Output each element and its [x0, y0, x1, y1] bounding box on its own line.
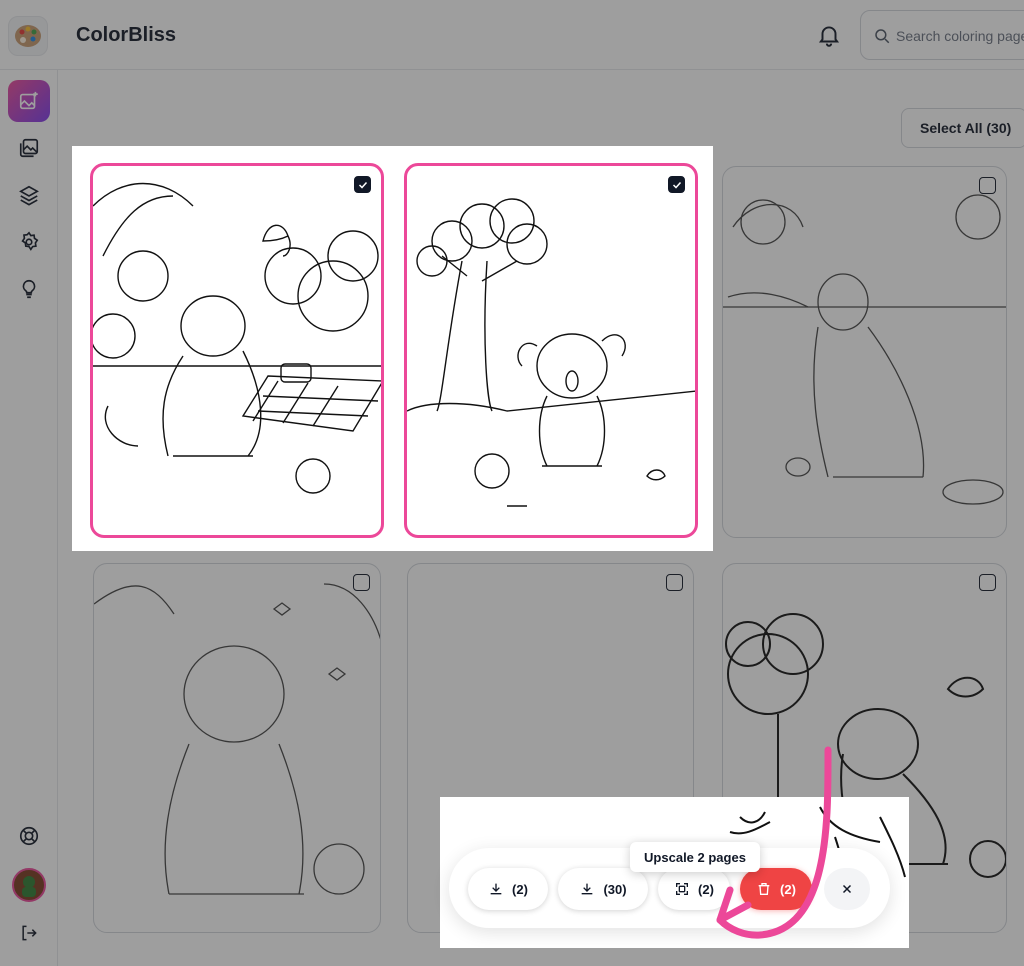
sidebar-item-layers[interactable]	[8, 174, 50, 216]
highlight-selected-pages	[72, 146, 713, 551]
top-bar: ColorBliss Search coloring pages	[0, 0, 1024, 70]
page-card-selected[interactable]	[90, 163, 384, 538]
image-sparkle-icon	[19, 91, 38, 110]
download-icon	[582, 883, 593, 895]
app-name: ColorBliss	[76, 24, 177, 46]
avatar[interactable]	[8, 864, 50, 906]
sidebar-item-create[interactable]	[8, 80, 50, 122]
download-icon	[490, 883, 502, 895]
logout-icon	[22, 925, 37, 941]
gear-icon	[21, 231, 39, 251]
sidebar	[0, 70, 58, 966]
upscale-count: (2)	[698, 881, 714, 897]
sidebar-item-settings[interactable]	[8, 221, 50, 263]
sidebar-item-ideas[interactable]	[8, 268, 50, 310]
layers-icon	[19, 185, 39, 206]
download-selected-button[interactable]: (2)	[468, 868, 548, 910]
page-select-checkbox[interactable]	[979, 177, 996, 194]
select-all-button[interactable]: Select All (30)	[901, 108, 1024, 148]
search-placeholder: Search coloring pages	[896, 28, 1024, 44]
lightbulb-icon	[22, 279, 36, 299]
search-input[interactable]: Search coloring pages	[860, 10, 1024, 60]
search-icon	[875, 29, 890, 44]
page-select-checkbox[interactable]	[666, 574, 683, 591]
puppy-under-tree-illustration	[407, 198, 695, 507]
page-card[interactable]	[93, 563, 381, 933]
check-icon	[672, 181, 681, 189]
sidebar-item-gallery[interactable]	[8, 127, 50, 169]
dog-in-park-illustration	[723, 194, 1006, 505]
delete-count: (2)	[780, 881, 796, 897]
bell-icon[interactable]	[816, 22, 842, 48]
upscale-tooltip: Upscale 2 pages	[630, 842, 760, 872]
download-all-count: (30)	[603, 881, 627, 897]
upscale-button[interactable]: (2)	[658, 868, 730, 910]
page-card[interactable]	[722, 166, 1007, 538]
page-select-checkbox[interactable]	[668, 176, 685, 193]
page-select-checkbox[interactable]	[353, 574, 370, 591]
trash-icon	[758, 883, 770, 895]
check-icon	[358, 181, 367, 189]
page-select-checkbox[interactable]	[354, 176, 371, 193]
dog-on-picnic-illustration	[93, 182, 381, 494]
page-card-selected[interactable]	[404, 163, 698, 538]
palette-icon	[15, 25, 41, 47]
lifebuoy-icon	[19, 826, 39, 846]
gallery-icon	[19, 138, 39, 158]
close-toolbar-button[interactable]	[824, 868, 870, 910]
dog-with-ball-illustration	[94, 583, 380, 895]
sidebar-item-help[interactable]	[8, 815, 50, 857]
avatar-image	[12, 868, 46, 902]
sidebar-item-logout[interactable]	[8, 912, 50, 954]
upscale-icon	[676, 883, 689, 895]
page-select-checkbox[interactable]	[979, 574, 996, 591]
download-all-button[interactable]: (30)	[558, 868, 648, 910]
close-icon	[842, 884, 852, 894]
app-logo[interactable]	[8, 16, 48, 56]
delete-button[interactable]: (2)	[740, 868, 812, 910]
download-selected-count: (2)	[512, 881, 528, 897]
